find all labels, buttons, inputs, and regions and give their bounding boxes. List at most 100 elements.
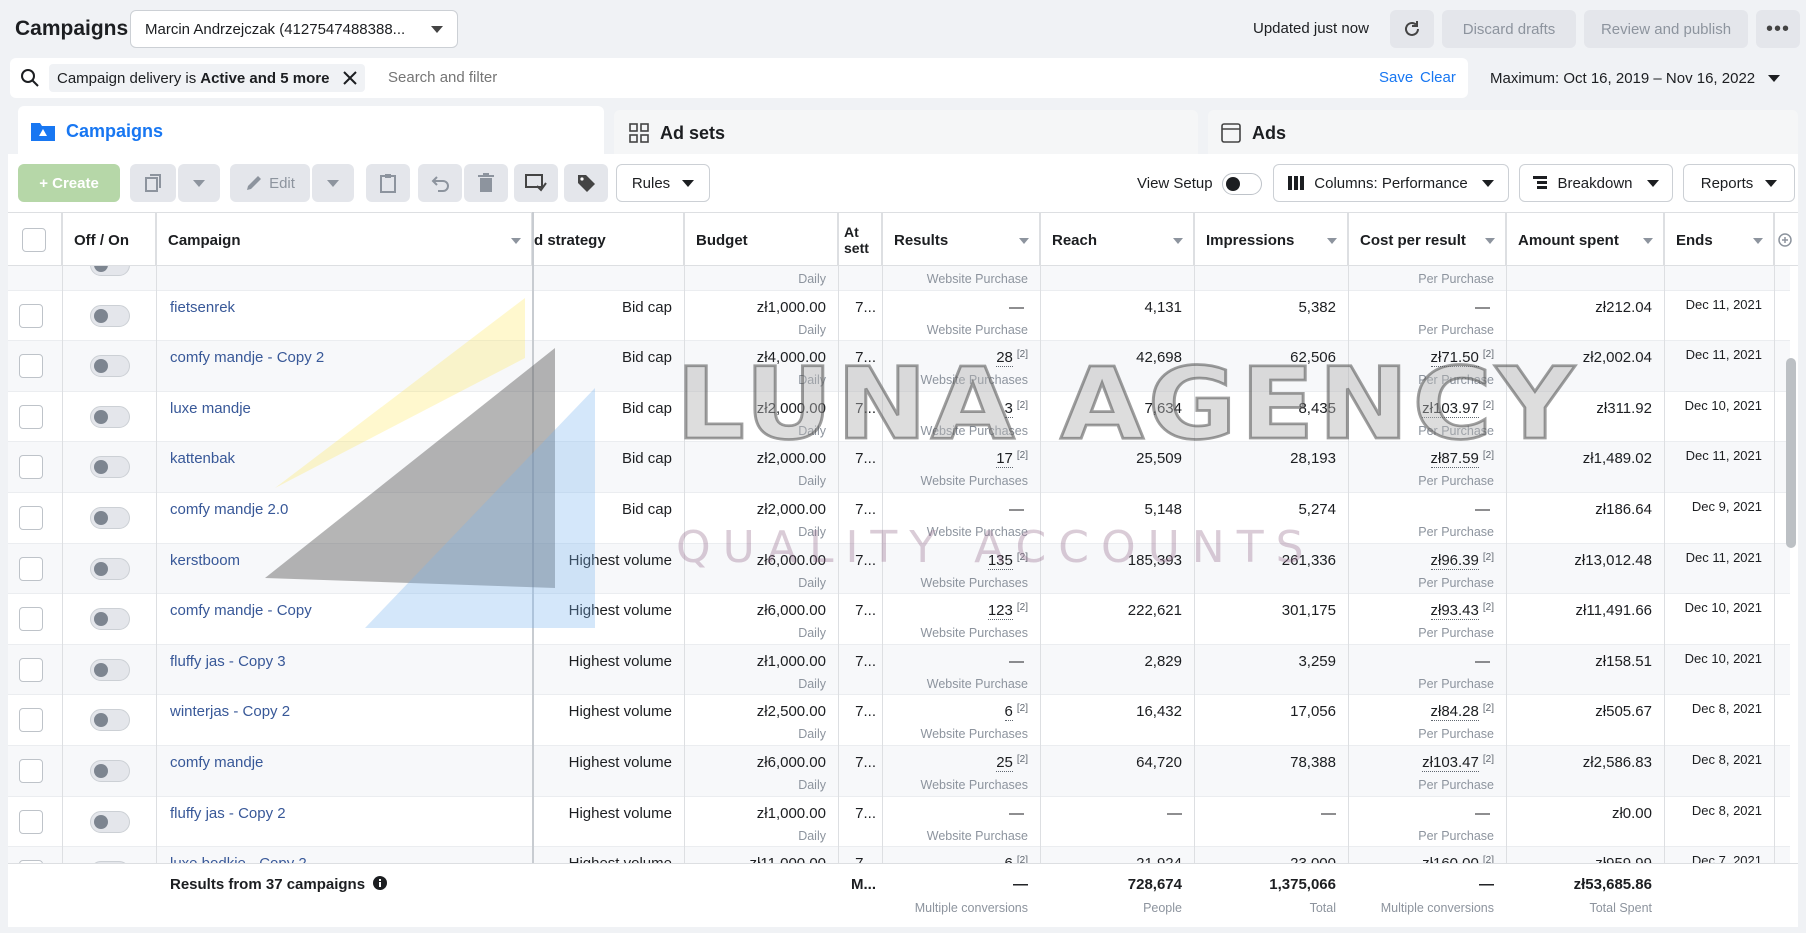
view-setup-toggle[interactable] (1222, 173, 1262, 195)
info-icon[interactable] (373, 876, 388, 890)
delivery-toggle[interactable] (90, 709, 130, 732)
close-icon[interactable] (343, 71, 358, 85)
campaign-name-link[interactable]: comfy mandje - Copy (170, 602, 312, 619)
delivery-toggle[interactable] (90, 405, 130, 428)
discard-drafts-button[interactable]: Discard drafts (1442, 10, 1576, 48)
col-off-on[interactable]: Off / On (62, 213, 156, 267)
campaign-name-link[interactable]: kattenbak (170, 450, 235, 467)
row-checkbox[interactable] (19, 354, 43, 379)
clipboard-button[interactable] (366, 164, 410, 202)
row-checkbox[interactable] (19, 708, 43, 733)
col-attribution[interactable]: At sett (838, 213, 882, 267)
vertical-scrollbar[interactable] (1786, 358, 1796, 548)
table-row[interactable]: kattenbak Bid cap zł2,000.00 Daily 7... 17 [2]… (8, 442, 1790, 493)
row-checkbox[interactable] (19, 759, 43, 783)
table-row[interactable]: fluffy jas - Copy 2 Highest volume zł1,000… (8, 797, 1790, 848)
campaign-name-link[interactable]: fietsenrek (170, 299, 235, 316)
table-row[interactable]: comfy mandje - Copy 2 Bid cap zł4,000.00 Da… (8, 341, 1790, 392)
delete-button[interactable] (464, 164, 508, 202)
campaign-name-link[interactable]: comfy mandje (170, 754, 263, 771)
undo-button[interactable] (418, 164, 462, 202)
create-button[interactable]: + Create (18, 164, 120, 202)
row-checkbox[interactable] (19, 506, 43, 530)
delivery-toggle[interactable] (90, 355, 130, 378)
ab-test-button[interactable] (514, 164, 558, 202)
tab-ads[interactable]: Ads (1208, 110, 1798, 156)
budget-cell[interactable]: zł4,000.00 Daily (684, 341, 838, 391)
table-row[interactable]: comfy mandje Highest volume zł6,000.00 Dail… (8, 746, 1790, 797)
col-bid-strategy[interactable]: d strategy (534, 213, 684, 267)
delivery-toggle[interactable] (90, 456, 130, 479)
campaign-name-link[interactable]: luxe bodkje - Copy 2 (170, 855, 307, 863)
budget-cell[interactable]: zł1,000.00 Daily (684, 291, 838, 341)
budget-cell[interactable]: zł1,000.00 Daily (684, 645, 838, 695)
table-row[interactable]: luxe bodkje - Copy 2 Highest volume zł11,0… (8, 847, 1790, 863)
delivery-toggle[interactable] (90, 304, 130, 327)
table-row[interactable]: winterjas - Copy 2 Highest volume zł2,500.… (8, 695, 1790, 746)
rules-button[interactable]: Rules (616, 164, 710, 202)
add-column-button[interactable] (1774, 213, 1798, 267)
breakdown-button[interactable]: Breakdown (1519, 164, 1673, 202)
row-checkbox[interactable] (19, 404, 43, 429)
campaign-name-link[interactable]: comfy mandje 2.0 (170, 501, 288, 518)
col-campaign[interactable]: Campaign (156, 213, 532, 267)
table-row[interactable]: fluffy jas - Copy 3 Highest volume zł1,000… (8, 644, 1790, 696)
filter-chip[interactable]: Campaign delivery is Active and 5 more (49, 64, 366, 92)
table-row[interactable]: kerstboom Highest volume zł6,000.00 Daily 7.… (8, 543, 1790, 595)
delivery-toggle[interactable] (90, 507, 130, 529)
account-selector[interactable]: Marcin Andrzejczak (4127547488388... (130, 10, 458, 48)
col-amount-spent[interactable]: Amount spent (1506, 213, 1664, 267)
table-row[interactable]: luxe mandje Bid cap zł2,000.00 Daily 7... 3 [2… (8, 392, 1790, 443)
budget-cell[interactable]: zł2,000.00 Daily (684, 442, 838, 492)
budget-cell[interactable]: zł11,000.00Daily (684, 847, 838, 863)
row-checkbox[interactable] (19, 556, 43, 581)
edit-button[interactable]: Edit (230, 164, 310, 202)
search-input[interactable] (388, 69, 1088, 86)
campaign-name-link[interactable]: fluffy jas - Copy 3 (170, 653, 286, 670)
date-range-picker[interactable]: Maximum: Oct 16, 2019 – Nov 16, 2022 (1474, 58, 1796, 98)
campaign-name-link[interactable]: winterjas - Copy 2 (170, 703, 290, 720)
budget-cell[interactable]: zł1,000.00 Daily (684, 797, 838, 847)
col-budget[interactable]: Budget (684, 213, 838, 267)
col-reach[interactable]: Reach (1040, 213, 1194, 267)
col-ends[interactable]: Ends (1664, 213, 1774, 267)
tab-campaigns[interactable]: Campaigns (18, 106, 604, 156)
clear-filter-link[interactable]: Clear (1420, 69, 1456, 86)
col-cost-per-result[interactable]: Cost per result (1348, 213, 1506, 267)
table-row-partial[interactable]: Daily Website Purchase Per Purchase (8, 266, 1790, 291)
row-checkbox[interactable] (19, 657, 43, 682)
table-row[interactable]: comfy mandje - Copy Highest volume zł6,000… (8, 594, 1790, 645)
tab-ad-sets[interactable]: Ad sets (614, 110, 1198, 156)
row-checkbox[interactable] (19, 809, 43, 834)
duplicate-dropdown[interactable] (178, 164, 220, 202)
edit-dropdown[interactable] (312, 164, 354, 202)
row-checkbox[interactable] (19, 455, 43, 480)
tag-button[interactable] (564, 164, 608, 202)
refresh-button[interactable] (1390, 10, 1434, 48)
columns-button[interactable]: Columns: Performance (1273, 164, 1509, 202)
delivery-toggle[interactable] (90, 760, 130, 782)
reports-button[interactable]: Reports (1683, 164, 1795, 202)
budget-cell[interactable]: zł6,000.00 Daily (684, 594, 838, 644)
delivery-toggle[interactable] (90, 557, 130, 580)
campaign-name-link[interactable]: luxe mandje (170, 400, 251, 417)
table-row[interactable]: comfy mandje 2.0 Bid cap zł2,000.00 Daily 7.… (8, 493, 1790, 544)
budget-cell[interactable]: zł2,000.00 Daily (684, 493, 838, 543)
budget-cell[interactable]: zł6,000.00 Daily (684, 544, 838, 594)
col-results[interactable]: Results (882, 213, 1040, 267)
campaign-name-link[interactable]: fluffy jas - Copy 2 (170, 805, 286, 822)
campaign-name-link[interactable]: comfy mandje - Copy 2 (170, 349, 324, 366)
delivery-toggle[interactable] (90, 658, 130, 681)
review-publish-button[interactable]: Review and publish (1584, 10, 1748, 48)
delivery-toggle[interactable] (90, 810, 130, 833)
delivery-toggle[interactable] (90, 266, 130, 276)
save-filter-link[interactable]: Save (1379, 69, 1413, 86)
more-options-button[interactable]: ••• (1756, 10, 1800, 48)
budget-cell[interactable]: zł2,500.00 Daily (684, 695, 838, 745)
col-impressions[interactable]: Impressions (1194, 213, 1348, 267)
duplicate-button[interactable] (130, 164, 176, 202)
budget-cell[interactable]: zł2,000.00 Daily (684, 392, 838, 442)
row-checkbox[interactable] (19, 607, 43, 632)
row-checkbox[interactable] (19, 303, 43, 328)
select-all-checkbox[interactable] (22, 228, 46, 252)
